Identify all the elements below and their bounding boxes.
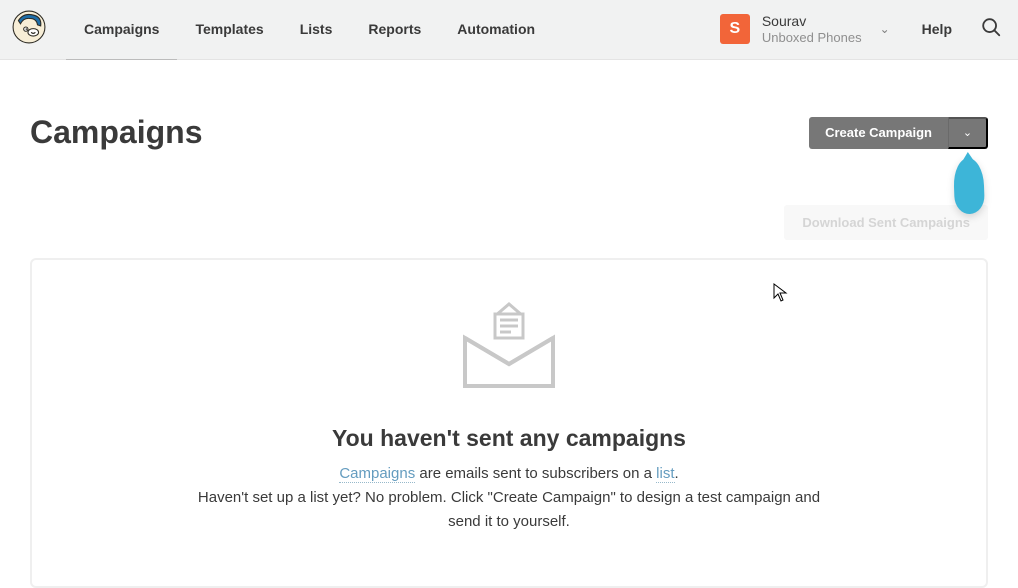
list-link[interactable]: list (656, 465, 674, 483)
search-icon[interactable] (974, 16, 1008, 43)
create-campaign-dropdown[interactable]: ⌄ (948, 117, 988, 149)
account-name: Sourav (762, 12, 862, 30)
page-title: Campaigns (30, 114, 202, 151)
mailchimp-logo[interactable] (12, 10, 46, 49)
create-campaign-button[interactable]: Create Campaign (809, 117, 948, 149)
account-menu[interactable]: S Sourav Unboxed Phones ⌄ (710, 6, 900, 53)
campaigns-link[interactable]: Campaigns (339, 465, 415, 483)
top-nav: Campaigns Templates Lists Reports Automa… (0, 0, 1018, 60)
chevron-down-icon: ⌄ (880, 22, 890, 36)
chevron-down-icon: ⌄ (963, 126, 972, 139)
empty-state-line2: Haven't set up a list yet? No problem. C… (198, 489, 820, 530)
nav-automation[interactable]: Automation (439, 0, 553, 60)
help-link[interactable]: Help (900, 21, 974, 37)
empty-state-card: You haven't sent any campaigns Campaigns… (30, 258, 988, 588)
envelope-icon (461, 298, 557, 395)
nav-templates[interactable]: Templates (177, 0, 281, 60)
primary-nav: Campaigns Templates Lists Reports Automa… (66, 0, 553, 60)
account-org: Unboxed Phones (762, 30, 862, 47)
nav-lists[interactable]: Lists (282, 0, 351, 60)
nav-reports[interactable]: Reports (350, 0, 439, 60)
avatar: S (720, 14, 750, 44)
empty-state-title: You haven't sent any campaigns (62, 425, 956, 452)
nav-campaigns[interactable]: Campaigns (66, 0, 177, 60)
empty-state-description: Campaigns are emails sent to subscribers… (189, 462, 829, 534)
download-sent-campaigns-button[interactable]: Download Sent Campaigns (784, 205, 988, 240)
